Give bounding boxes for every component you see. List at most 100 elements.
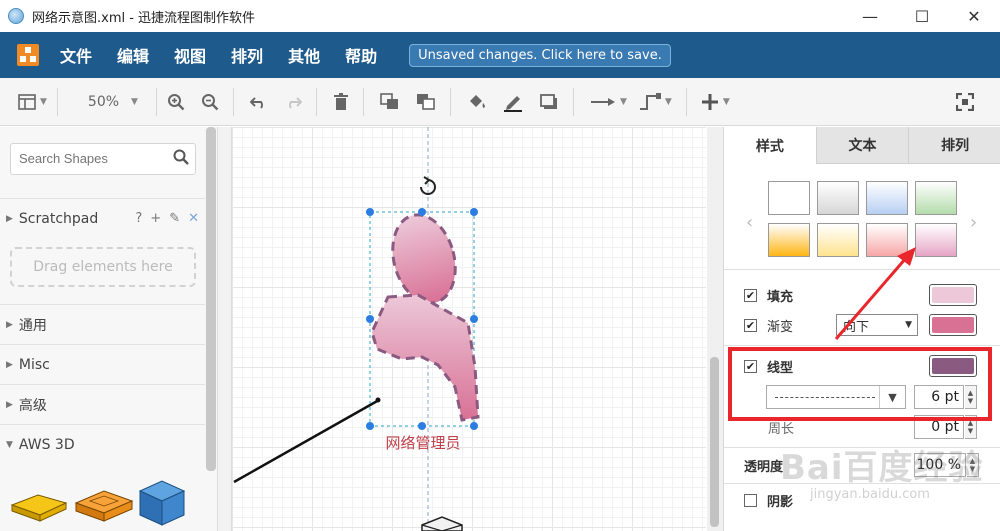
style-swatch-pink[interactable] xyxy=(915,223,957,257)
section-label: 高级 xyxy=(18,397,47,414)
section-general[interactable]: ▶ 通用 xyxy=(0,304,205,344)
zoom-out-button[interactable] xyxy=(201,88,219,116)
fill-color-button[interactable] xyxy=(467,88,487,116)
section-misc[interactable]: ▶ Misc xyxy=(0,344,205,384)
chevron-left-icon[interactable]: ‹ xyxy=(746,212,753,233)
style-swatch-blue[interactable] xyxy=(866,181,908,215)
style-swatch-yellow[interactable] xyxy=(817,223,859,257)
maximize-button[interactable]: ☐ xyxy=(896,0,948,32)
section-aws-3d[interactable]: ▼ AWS 3D xyxy=(0,424,205,464)
scratchpad-header[interactable]: ▶ Scratchpad ? + ✎ ✕ xyxy=(0,198,205,238)
to-back-button[interactable] xyxy=(416,88,436,116)
gradient-direction-select[interactable]: 向下 ▼ xyxy=(836,314,918,336)
tab-arrange[interactable]: 排列 xyxy=(908,127,1000,164)
connector-endpoint xyxy=(375,397,381,403)
diagram-canvas[interactable]: 网络管理员 xyxy=(232,127,706,531)
aws-blue-box-shape[interactable] xyxy=(138,480,186,526)
canvas-drawing xyxy=(233,127,480,531)
menu-edit[interactable]: 编辑 xyxy=(117,43,149,67)
chevron-right-icon: ▶ xyxy=(6,359,13,370)
scratchpad-title: Scratchpad xyxy=(18,210,99,227)
format-tabs: 样式 文本 排列 xyxy=(724,127,1000,164)
shadow-button[interactable] xyxy=(539,88,559,116)
paint-bucket-icon xyxy=(469,94,485,108)
shape-label: 网络管理员 xyxy=(385,434,461,452)
chevron-down-icon: ▼ xyxy=(40,96,47,107)
fullscreen-icon xyxy=(956,92,974,111)
waypoints-button[interactable]: ▼ xyxy=(639,88,672,116)
network-admin-person-shape[interactable] xyxy=(370,208,480,422)
menu-arrange[interactable]: 排列 xyxy=(231,43,263,67)
watermark: Bai百度经验 jingyan.baidu.com xyxy=(780,440,984,502)
aws-orange-block-shape[interactable] xyxy=(74,490,134,522)
close-icon[interactable]: ✕ xyxy=(188,211,199,226)
style-swatch-white[interactable] xyxy=(768,181,810,215)
tab-style[interactable]: 样式 xyxy=(724,127,816,164)
undo-button[interactable] xyxy=(249,88,268,116)
menu-bar: 文件 编辑 视图 排列 其他 帮助 Unsaved changes. Click… xyxy=(0,32,1000,78)
zoom-select[interactable]: 50% ▼ xyxy=(88,88,138,116)
style-swatch-red[interactable] xyxy=(866,223,908,257)
menu-help[interactable]: 帮助 xyxy=(345,43,377,67)
style-swatch-gray[interactable] xyxy=(817,181,859,215)
connector-line[interactable] xyxy=(233,398,380,484)
section-advanced[interactable]: ▶ 高级 xyxy=(0,384,205,424)
scratchpad-actions: ? + ✎ ✕ xyxy=(135,211,199,226)
app-window: 网络示意图.xml - 迅捷流程图制作软件 — ☐ ✕ 文件 编辑 视图 排列 … xyxy=(0,0,1000,531)
canvas-scrollbar-thumb[interactable] xyxy=(710,357,719,527)
chevron-down-icon: ▼ xyxy=(664,96,672,107)
menu-file[interactable]: 文件 xyxy=(60,43,92,67)
toolbar-divider xyxy=(449,87,451,116)
chevron-down-icon: ▼ xyxy=(6,439,13,450)
annotation-highlight-box xyxy=(728,347,992,421)
window-title: 网络示意图.xml - 迅捷流程图制作软件 xyxy=(32,10,256,26)
toolbar-divider xyxy=(56,87,58,116)
delete-button[interactable] xyxy=(333,88,349,116)
close-button[interactable]: ✕ xyxy=(948,0,1000,32)
shadow-checkbox[interactable] xyxy=(744,493,757,507)
tab-text[interactable]: 文本 xyxy=(815,127,909,164)
fill-checkbox[interactable]: ✔ xyxy=(744,288,757,302)
format-panel-toggle[interactable]: ▼ xyxy=(18,88,47,116)
title-bar: 网络示意图.xml - 迅捷流程图制作软件 — ☐ ✕ xyxy=(0,0,1000,32)
toolbar-divider xyxy=(155,87,157,116)
trash-icon xyxy=(333,92,348,110)
edit-icon[interactable]: ✎ xyxy=(169,211,180,226)
fill-color-button[interactable] xyxy=(929,284,977,306)
shapes-sidebar: ▶ Scratchpad ? + ✎ ✕ Drag elements here … xyxy=(0,127,218,531)
unsaved-changes-button[interactable]: Unsaved changes. Click here to save. xyxy=(409,43,671,67)
search-input[interactable] xyxy=(19,151,169,166)
to-front-button[interactable] xyxy=(380,88,400,116)
aws-3d-shape-palette xyxy=(10,480,186,526)
sidebar-splitter[interactable] xyxy=(218,127,232,531)
canvas-scrollbar[interactable] xyxy=(707,127,723,531)
menu-view[interactable]: 视图 xyxy=(174,43,206,67)
section-label: 通用 xyxy=(18,317,47,334)
style-swatch-orange[interactable] xyxy=(768,223,810,257)
chevron-down-icon: ▼ xyxy=(905,320,912,330)
add-icon[interactable]: + xyxy=(150,211,161,226)
chevron-right-icon[interactable]: › xyxy=(970,212,977,233)
insert-button[interactable]: ▼ xyxy=(701,88,730,116)
gradient-checkbox[interactable]: ✔ xyxy=(744,318,757,332)
fullscreen-button[interactable] xyxy=(956,88,974,116)
help-icon[interactable]: ? xyxy=(135,211,142,226)
minimize-button[interactable]: — xyxy=(844,0,896,32)
gradient-color-button[interactable] xyxy=(929,314,977,336)
aws-gold-bar-shape[interactable] xyxy=(10,494,68,522)
sidebar-scrollbar[interactable] xyxy=(206,127,216,471)
zoom-in-button[interactable] xyxy=(167,88,185,116)
connection-style-button[interactable]: ▼ xyxy=(590,88,627,116)
bring-to-front-icon xyxy=(380,92,398,109)
gradient-label: 渐变 xyxy=(767,319,794,335)
redo-button[interactable] xyxy=(284,88,302,116)
scratchpad-dropzone[interactable]: Drag elements here xyxy=(10,247,196,287)
zoom-value: 50% xyxy=(87,93,120,110)
chevron-down-icon: ▼ xyxy=(619,96,627,107)
style-swatch-green[interactable] xyxy=(915,181,957,215)
search-icon[interactable] xyxy=(173,149,189,169)
menu-extras[interactable]: 其他 xyxy=(288,43,320,67)
line-color-button[interactable] xyxy=(503,88,523,116)
panel-divider xyxy=(724,269,1000,270)
chevron-down-icon: ▼ xyxy=(722,96,730,107)
